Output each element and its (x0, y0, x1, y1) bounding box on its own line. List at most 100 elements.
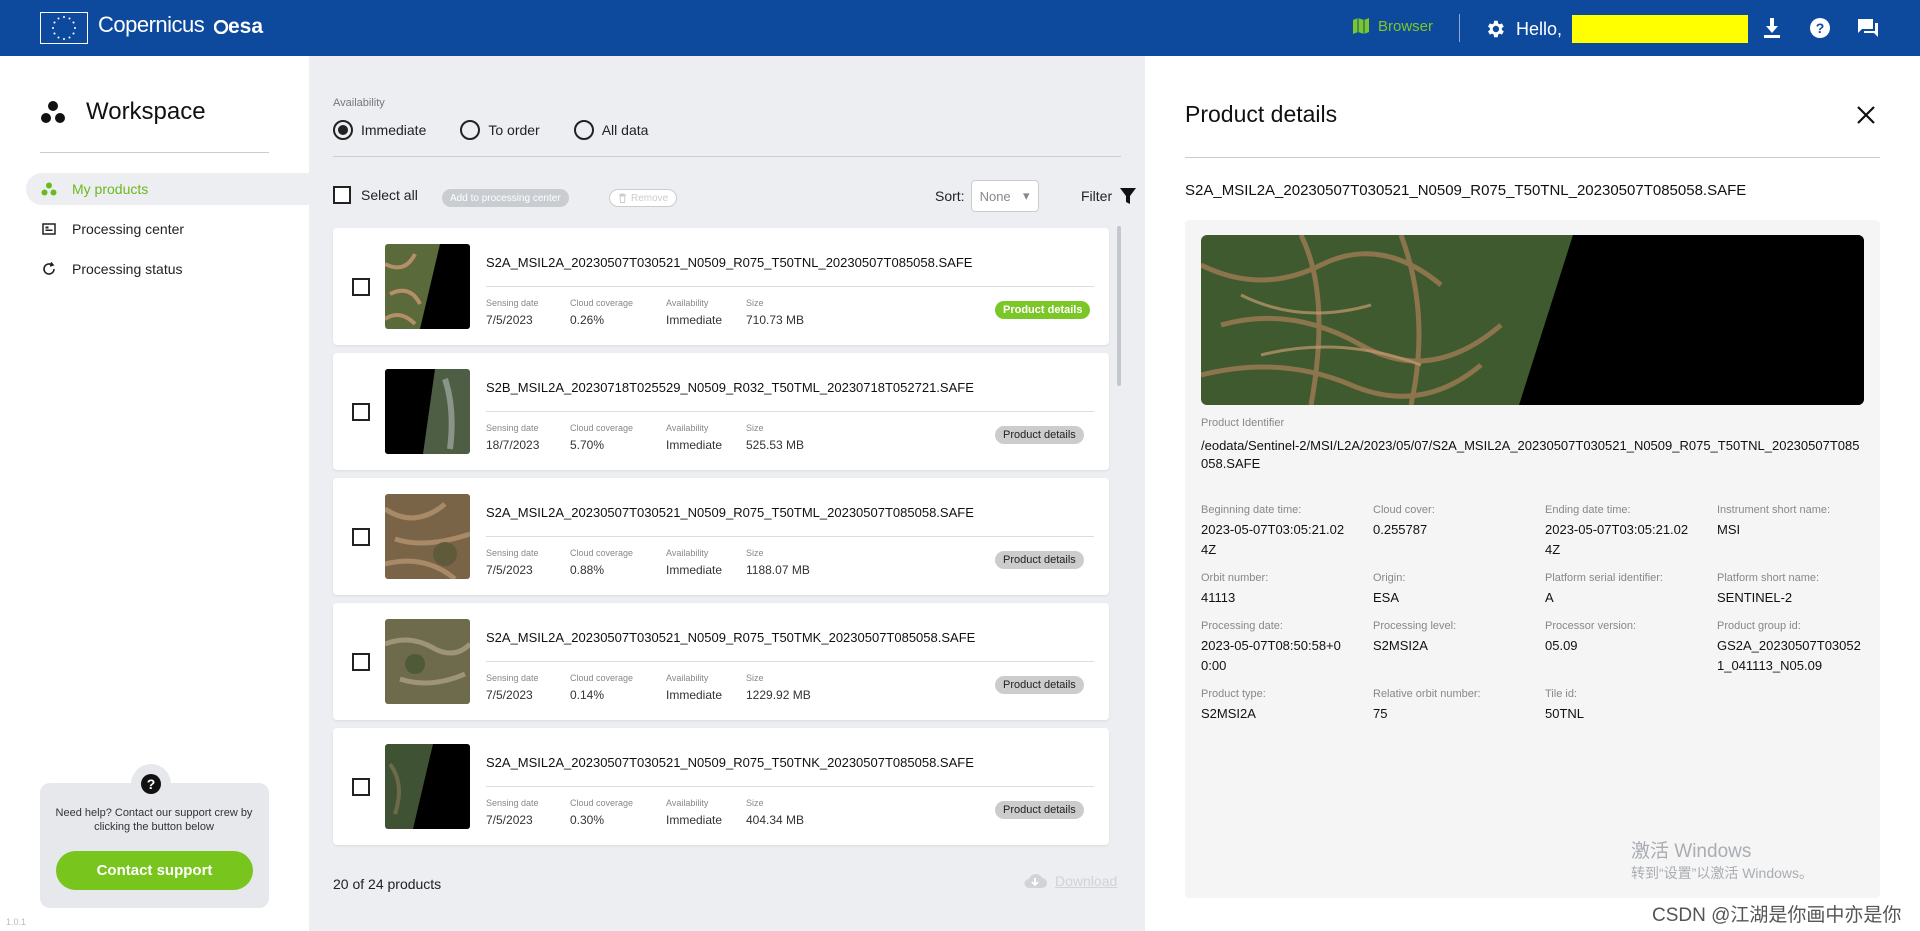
filter-button[interactable]: Filter (1081, 188, 1137, 204)
availability-value: Immediate (666, 313, 723, 327)
meta-label: Availability (666, 673, 709, 683)
size-value: 710.73 MB (746, 313, 805, 327)
product-card[interactable]: S2A_MSIL2A_20230507T030521_N0509_R075_T5… (333, 478, 1109, 595)
product-name: S2B_MSIL2A_20230718T025529_N0509_R032_T5… (486, 380, 974, 395)
product-thumbnail (385, 369, 470, 454)
version-label: 1.0.1 (6, 917, 27, 927)
product-details-button[interactable]: Product details (995, 551, 1084, 569)
size-value: 404.34 MB (746, 813, 805, 827)
field-value: 41113 (1201, 590, 1236, 605)
add-to-processing-center-button[interactable]: Add to processing center (442, 189, 569, 207)
list-toolbar: Select all Add to processing center Remo… (333, 178, 1137, 212)
field-value: 2023-05-07T03:05:21.024Z (1201, 522, 1345, 557)
field-label: Relative orbit number: (1373, 688, 1481, 700)
meta-label: Sensing date (486, 673, 539, 683)
product-card[interactable]: S2A_MSIL2A_20230507T030521_N0509_R075_T5… (333, 728, 1109, 845)
product-card[interactable]: S2A_MSIL2A_20230507T030521_N0509_R075_T5… (333, 603, 1109, 720)
product-checkbox[interactable] (352, 528, 370, 546)
settings-icon[interactable] (1484, 18, 1506, 40)
cloud-coverage: 0.88% (570, 563, 605, 577)
list-scrollbar[interactable] (1117, 226, 1121, 386)
user-greeting[interactable]: Hello, (1484, 15, 1749, 43)
product-card[interactable]: S2A_MSIL2A_20230507T030521_N0509_R075_T5… (333, 228, 1109, 345)
sensing-date: 7/5/2023 (486, 563, 533, 577)
meta-label: Size (746, 798, 764, 808)
product-count: 20 of 24 products (333, 876, 442, 892)
field-label: Product group id: (1717, 620, 1801, 632)
radio-all-data[interactable]: All data (573, 120, 648, 140)
remove-button[interactable]: Remove (609, 189, 678, 207)
field-label: Orbit number: (1201, 572, 1269, 584)
sensing-date: 7/5/2023 (486, 688, 533, 702)
cloud-download-icon (1024, 874, 1047, 888)
meta-label: Size (746, 548, 764, 558)
trash-icon (619, 193, 626, 203)
field-value: S2MSI2A (1201, 706, 1256, 721)
availability-value: Immediate (666, 688, 723, 702)
field-label: Instrument short name: (1717, 504, 1831, 516)
username-redacted (1572, 15, 1749, 43)
close-icon[interactable] (1853, 102, 1879, 128)
field-value: A (1545, 590, 1554, 605)
field-label: Tile id: (1545, 688, 1577, 700)
header-divider (1459, 14, 1460, 42)
field-value: 75 (1373, 706, 1388, 721)
field-value: 50TNL (1545, 706, 1585, 721)
availability-radio-group: Immediate To order All data (333, 120, 682, 140)
availability-value: Immediate (666, 438, 723, 452)
size-value: 525.53 MB (746, 438, 805, 452)
product-checkbox[interactable] (352, 778, 370, 796)
radio-immediate[interactable]: Immediate (333, 120, 426, 140)
product-details-button[interactable]: Product details (995, 301, 1091, 319)
meta-label: Sensing date (486, 548, 539, 558)
contact-support-button[interactable]: Contact support (56, 851, 253, 890)
caret-down-icon: ▾ (1023, 188, 1030, 203)
divider (486, 286, 1094, 287)
product-thumbnail (385, 744, 470, 829)
browser-link[interactable]: Browser (1352, 17, 1433, 35)
meta-label: Sensing date (486, 798, 539, 808)
field-value: MSI (1717, 522, 1741, 537)
product-details-button[interactable]: Product details (995, 426, 1084, 444)
product-details-button[interactable]: Product details (995, 676, 1084, 694)
download-button[interactable]: Download (1023, 873, 1117, 889)
product-name: S2A_MSIL2A_20230507T030521_N0509_R075_T5… (486, 630, 976, 645)
product-checkbox[interactable] (352, 653, 370, 671)
field-label: Processing level: (1373, 620, 1457, 632)
meta-label: Size (746, 298, 764, 308)
cloud-coverage: 0.26% (570, 313, 605, 327)
field-label: Cloud cover: (1373, 504, 1435, 516)
product-card[interactable]: S2B_MSIL2A_20230718T025529_N0509_R032_T5… (333, 353, 1109, 470)
meta-label: Size (746, 673, 764, 683)
sidebar-item-processing-status[interactable]: Processing status (26, 253, 309, 285)
meta-label: Sensing date (486, 423, 539, 433)
help-icon[interactable]: ? (1808, 16, 1832, 40)
sidebar-item-label: My products (72, 181, 149, 197)
help-text: Need help? Contact our support crew by c… (55, 807, 253, 833)
sidebar-item-processing-center[interactable]: Processing center (26, 213, 309, 245)
meta-label: Cloud coverage (570, 423, 634, 433)
cloud-coverage: 0.30% (570, 813, 605, 827)
product-checkbox[interactable] (352, 278, 370, 296)
copernicus-logo[interactable]: Copernicus (98, 12, 205, 38)
sort-select[interactable]: None ▾ (970, 180, 1039, 212)
chat-icon[interactable] (1856, 16, 1880, 40)
radio-to-order[interactable]: To order (460, 120, 540, 140)
processing-center-icon (42, 223, 56, 235)
field-value: 2023-05-07T08:50:58+00:00 (1201, 638, 1341, 673)
product-identifier-label: Product Identifier (1201, 417, 1285, 429)
sensing-date: 7/5/2023 (486, 313, 533, 327)
product-thumbnail (385, 244, 470, 329)
select-all-checkbox[interactable]: Select all (333, 186, 418, 204)
product-details-button[interactable]: Product details (995, 801, 1084, 819)
sidebar-item-label: Processing status (72, 261, 183, 277)
product-details-panel: Product details S2A_MSIL2A_20230507T0305… (1145, 56, 1920, 931)
field-label: Platform serial identifier: (1545, 572, 1663, 584)
product-name: S2A_MSIL2A_20230507T030521_N0509_R075_T5… (486, 255, 973, 270)
download-icon[interactable] (1760, 16, 1784, 40)
sidebar-item-my-products[interactable]: My products (26, 173, 309, 205)
size-value: 1188.07 MB (746, 563, 810, 577)
esa-logo[interactable]: esa (213, 15, 263, 39)
csdn-credit: CSDN @江湖是你画中亦是你 (1652, 905, 1902, 926)
product-checkbox[interactable] (352, 403, 370, 421)
